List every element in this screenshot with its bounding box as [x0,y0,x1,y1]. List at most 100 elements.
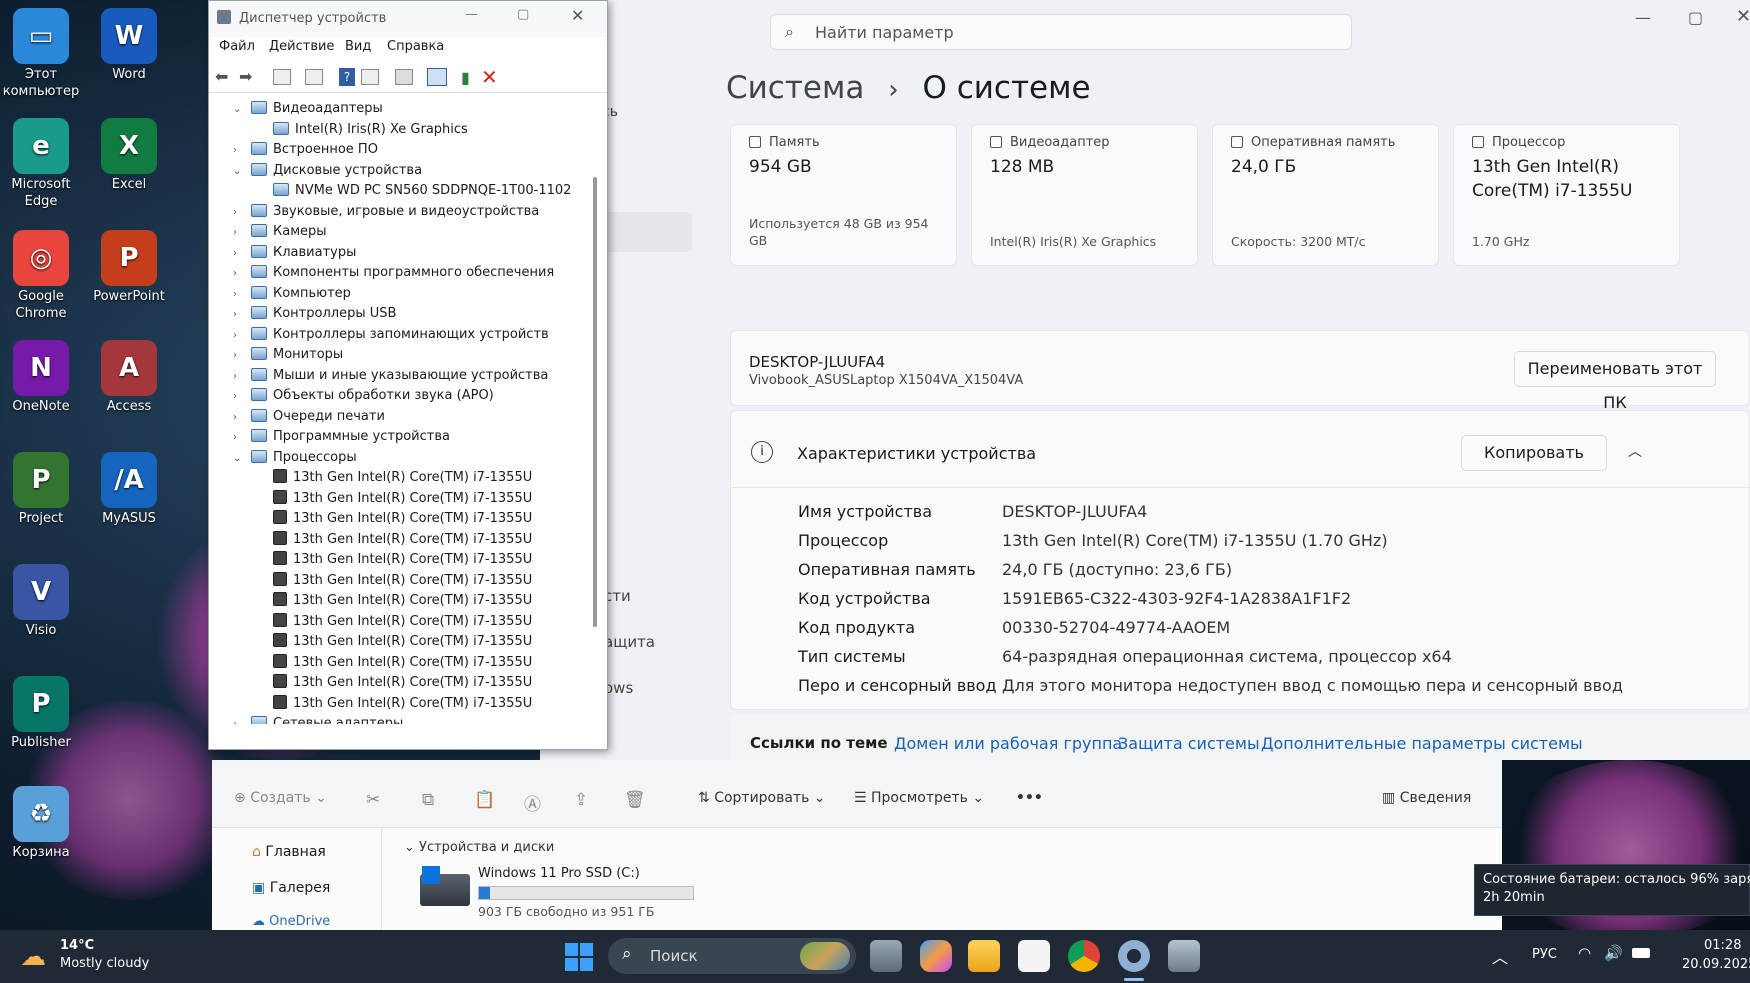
chevron-right-icon[interactable]: › [233,367,247,387]
settings-gear-icon[interactable] [1118,940,1150,972]
tree-item[interactable]: › Компьютер [233,284,351,304]
language-indicator[interactable]: РУС [1532,947,1557,962]
chevron-right-icon[interactable]: › [233,244,247,264]
tree-item[interactable]: 13th Gen Intel(R) Core(TM) i7-1355U [255,632,532,652]
section-header[interactable]: ⌄ Устройства и диски [404,840,554,855]
breadcrumb-parent[interactable]: Система [726,70,864,106]
chrome-icon[interactable] [1068,940,1100,972]
properties-icon[interactable] [273,69,291,85]
forward-icon[interactable]: ➡ [239,67,252,86]
nav-gallery[interactable]: ▣ Галерея [252,880,330,896]
tree-item[interactable]: NVMe WD PC SN560 SDDPNQE-1T00-1102 [255,181,571,201]
show-hidden-icons[interactable]: ︿ [1492,944,1508,968]
chevron-right-icon[interactable]: › [233,408,247,428]
desktop-icon-project[interactable]: P Project [0,452,82,527]
copilot-icon[interactable] [920,940,952,972]
chevron-down-icon[interactable]: ⌄ [233,162,247,182]
menu-file[interactable]: Файл [219,39,255,54]
desktop-icon-chrome[interactable]: ◎ Google Chrome [0,230,82,322]
store-icon[interactable] [1018,940,1050,972]
desktop-icon-myasus[interactable]: /A MyASUS [88,452,170,527]
link-system-protection[interactable]: Защита системы [1118,734,1260,753]
tree-item[interactable]: ⌄ Дисковые устройства [233,161,422,181]
copy-icon[interactable]: ⧉ [422,790,434,810]
file-explorer-icon[interactable] [968,940,1000,972]
copy-button[interactable]: Копировать [1461,435,1607,471]
chevron-right-icon[interactable]: › [233,285,247,305]
tree-item[interactable]: › Мыши и иные указывающие устройства [233,366,548,386]
chevron-right-icon[interactable]: › [233,223,247,243]
tree-item[interactable]: 13th Gen Intel(R) Core(TM) i7-1355U [255,673,532,693]
desktop-icon-word[interactable]: W Word [88,8,170,83]
share-icon[interactable]: ⇪ [574,790,588,810]
tree-item[interactable]: 13th Gen Intel(R) Core(TM) i7-1355U [255,694,532,714]
nav-fragment[interactable]: ows [604,679,633,697]
tree-item[interactable]: ⌄ Процессоры [233,448,357,468]
chevron-right-icon[interactable]: › [233,715,247,724]
tree-item[interactable]: › Встроенное ПО [233,140,378,160]
close-button[interactable]: ✕ [1736,6,1750,27]
card-gpu[interactable]: Видеоадаптер 128 MB Intel(R) Iris(R) Xe … [971,124,1198,266]
volume-icon[interactable]: 🔊 [1604,944,1623,962]
taskbar-search[interactable]: ⌕ Поиск [608,938,856,974]
maximize-button[interactable]: ▢ [517,7,529,22]
card-cpu[interactable]: Процессор 13th Gen Intel(R) Core(TM) i7-… [1453,124,1680,266]
settings-search[interactable]: ⌕ Найти параметр [770,14,1352,50]
chevron-up-icon[interactable]: ︿ [1628,441,1642,461]
paste-icon[interactable]: 📋 [474,790,495,810]
desktop-icon-powerpoint[interactable]: P PowerPoint [88,230,170,305]
chevron-right-icon[interactable]: › [233,141,247,161]
device-manager-taskbar-icon[interactable] [1168,940,1200,972]
menu-help[interactable]: Справка [387,39,444,54]
nav-fragment[interactable]: ащита [604,633,655,651]
nav-onedrive[interactable]: ☁ OneDrive [252,914,330,930]
desktop-icon-visio[interactable]: V Visio [0,564,82,639]
chevron-right-icon[interactable]: › [233,428,247,448]
link-domain[interactable]: Домен или рабочая группа [894,734,1122,753]
clock-time[interactable]: 01:28 [1704,938,1741,953]
tree-item[interactable]: 13th Gen Intel(R) Core(TM) i7-1355U [255,571,532,591]
chevron-right-icon[interactable]: › [233,264,247,284]
tree-item[interactable]: › Клавиатуры [233,243,356,263]
close-button[interactable]: ✕ [571,6,584,25]
tree-item[interactable]: ⌄ Видеоадаптеры [233,99,383,119]
maximize-button[interactable]: ▢ [1688,8,1703,27]
weather-widget[interactable]: ☁ 14°C Mostly cloudy [20,938,160,976]
chevron-down-icon[interactable]: ⌄ [233,449,247,469]
uninstall-icon[interactable]: ✕ [481,65,498,89]
back-icon[interactable]: ⬅ [215,67,228,86]
tree-item[interactable]: › Программные устройства [233,427,450,447]
card-ram[interactable]: Оперативная память 24,0 ГБ Скорость: 320… [1212,124,1439,266]
chevron-down-icon[interactable]: ⌄ [233,100,247,120]
start-button[interactable] [565,943,593,971]
print-icon[interactable] [395,69,413,85]
desktop-icon-this-pc[interactable]: ▭ Этот компьютер [0,8,82,100]
tree-item[interactable]: › Звуковые, игровые и видеоустройства [233,202,539,222]
tree-item[interactable]: › Сетевые адаптеры [233,714,403,724]
desktop-icon-publisher[interactable]: P Publisher [0,676,82,751]
tree-item[interactable]: › Мониторы [233,345,343,365]
tree-item[interactable]: › Камеры [233,222,327,242]
tree-item[interactable]: 13th Gen Intel(R) Core(TM) i7-1355U [255,591,532,611]
desktop-icon-excel[interactable]: X Excel [88,118,170,193]
tree-item[interactable]: › Контроллеры USB [233,304,396,324]
tree-item[interactable]: Intel(R) Iris(R) Xe Graphics [255,120,468,140]
rename-icon[interactable]: Ⓐ [524,790,541,815]
drive-c[interactable]: Windows 11 Pro SSD (C:) 903 ГБ свободно … [420,864,694,924]
tree-item[interactable]: › Контроллеры запоминающих устройств [233,325,549,345]
menu-view[interactable]: Вид [345,39,371,54]
create-button[interactable]: ⊕ Создать ⌄ [234,790,327,806]
chevron-right-icon[interactable]: › [233,203,247,223]
delete-icon[interactable]: 🗑 [624,790,646,810]
resources-icon[interactable] [361,69,379,85]
tree-item[interactable]: 13th Gen Intel(R) Core(TM) i7-1355U [255,612,532,632]
rename-pc-button[interactable]: Переименовать этот ПК [1514,351,1716,412]
add-driver-icon[interactable]: ▮ [461,68,470,87]
tree-item[interactable]: 13th Gen Intel(R) Core(TM) i7-1355U [255,530,532,550]
clock-date[interactable]: 20.09.2025 [1682,957,1750,972]
minimize-button[interactable]: — [465,7,478,22]
cut-icon[interactable]: ✂ [366,790,380,810]
tree-item[interactable]: 13th Gen Intel(R) Core(TM) i7-1355U [255,468,532,488]
tree-item[interactable]: 13th Gen Intel(R) Core(TM) i7-1355U [255,550,532,570]
wifi-icon[interactable]: ◠ [1578,944,1591,962]
